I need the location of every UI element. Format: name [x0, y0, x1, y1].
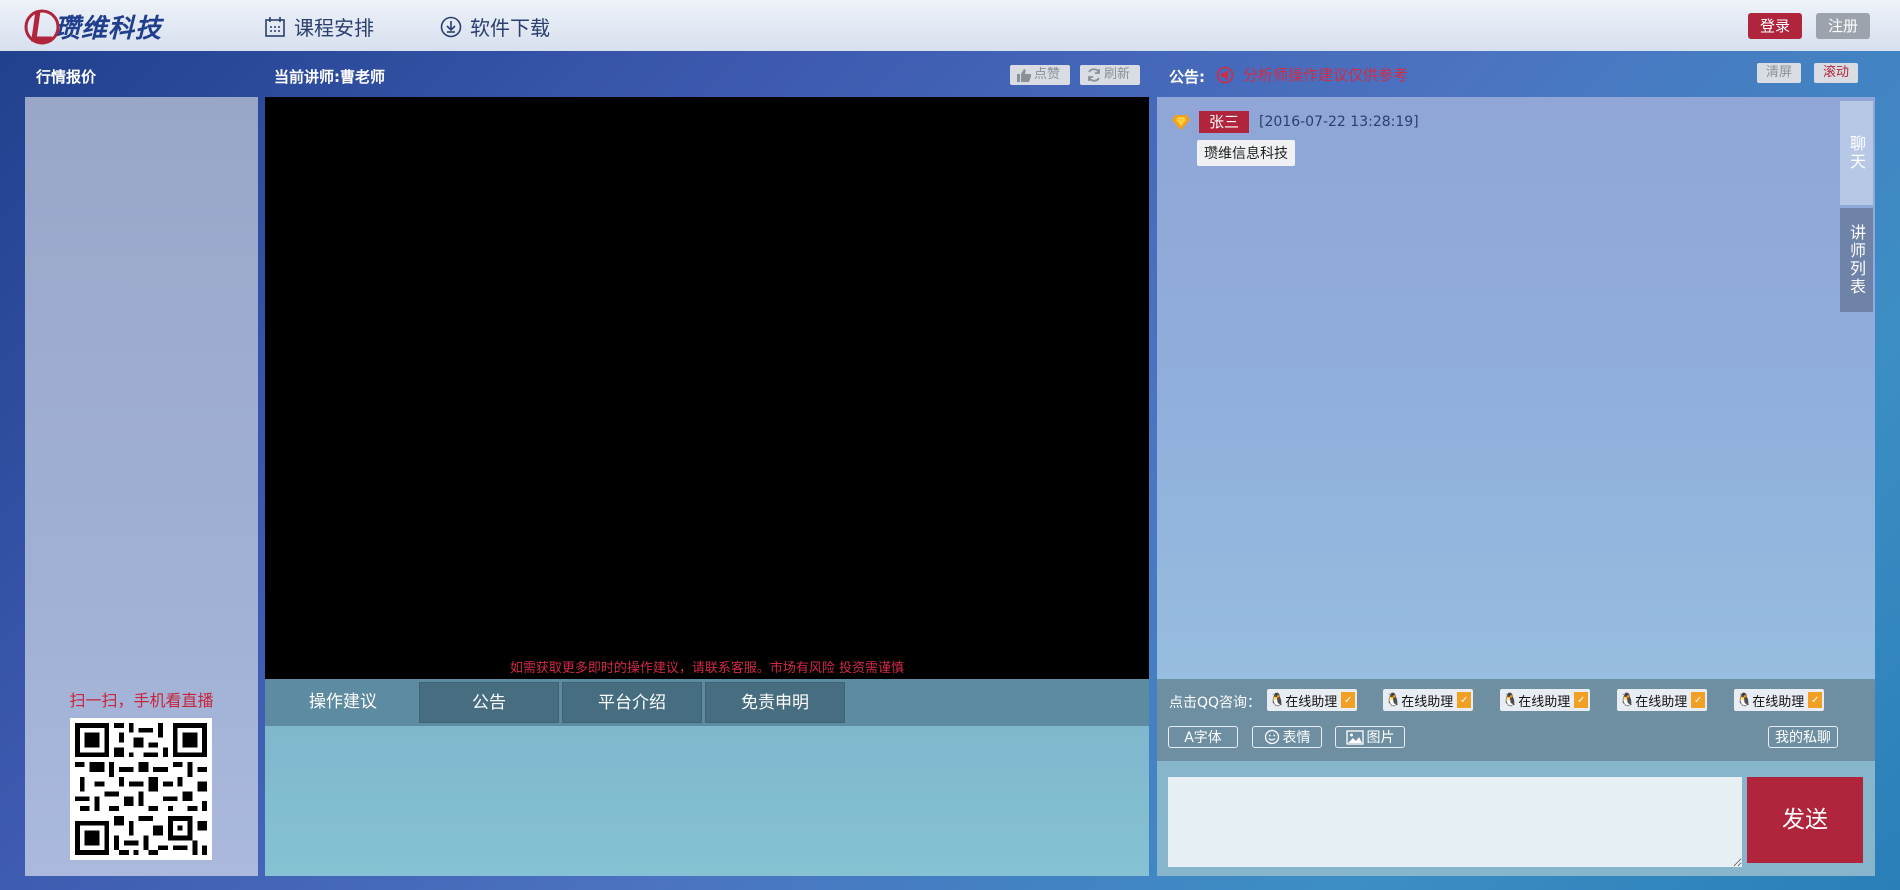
font-button[interactable]: A字体 [1168, 726, 1238, 748]
chat-username[interactable]: 张三 [1199, 111, 1250, 133]
emoji-label: 表情 [1282, 730, 1311, 746]
chat-message-header: 张三 [2016-07-22 13:28:19] [1171, 111, 1419, 133]
qr-code [70, 718, 212, 860]
side-tab-teacher-list[interactable]: 讲师列表 [1840, 208, 1873, 312]
nav-software-download-label: 软件下载 [470, 16, 550, 40]
qq-assistant-2[interactable]: 🐧 在线助理 ✓ [1383, 689, 1474, 711]
qq-penguin-icon: 🐧 [1385, 692, 1402, 708]
thumbs-up-icon [1017, 69, 1032, 82]
notice-marquee: 分析师操作建议仅供参考 [1215, 64, 1408, 85]
logo-text: 瓒维科技 [54, 13, 163, 44]
current-teacher-label: 当前讲师:曹老师 [274, 68, 385, 86]
tab-content-area [265, 726, 1149, 876]
verified-shield-icon: ✓ [1341, 692, 1356, 708]
megaphone-icon [1216, 66, 1234, 83]
qq-consult-label: 点击QQ咨询： [1169, 695, 1262, 711]
side-tab-chat-label: 聊天 [1847, 135, 1866, 171]
chat-input-area: 发送 [1157, 761, 1875, 876]
verified-shield-icon: ✓ [1574, 692, 1589, 708]
logo[interactable]: 瓒维科技 [24, 6, 162, 46]
notice-text: 分析师操作建议仅供参考 [1243, 66, 1409, 84]
image-button[interactable]: 图片 [1335, 726, 1405, 748]
qr-caption: 扫一扫，手机看直播 [69, 691, 214, 710]
nav-course-schedule-label: 课程安排 [294, 16, 374, 40]
qq-assistant-3[interactable]: 🐧 在线助理 ✓ [1500, 689, 1591, 711]
video-risk-note: 如需获取更多即时的操作建议，请联系客服。市场有风险 投资需谨慎 [509, 661, 905, 676]
center-tabs: 操作建议 公告 平台介绍 免责申明 [265, 679, 1149, 726]
qq-assistant-label: 在线助理 [1401, 694, 1454, 710]
side-tab-chat[interactable]: 聊天 [1840, 101, 1873, 205]
top-bar: 瓒维科技 课程安排 软件下载 登录 注册 [0, 0, 1900, 51]
emoji-button[interactable]: 表情 [1252, 726, 1322, 748]
tab-disclaimer[interactable]: 免责申明 [705, 682, 845, 723]
calendar-icon [265, 16, 285, 37]
qq-assistant-label: 在线助理 [1635, 694, 1688, 710]
smiley-icon [1264, 729, 1279, 745]
chat-message-input[interactable] [1168, 777, 1742, 867]
download-icon [440, 16, 462, 37]
qq-assistant-label: 在线助理 [1518, 694, 1571, 710]
qq-assistant-5[interactable]: 🐧 在线助理 ✓ [1734, 689, 1825, 711]
register-button[interactable]: 注册 [1816, 13, 1871, 39]
verified-shield-icon: ✓ [1691, 692, 1706, 708]
verified-shield-icon: ✓ [1457, 692, 1472, 708]
chat-toolbar: 点击QQ咨询： 🐧 在线助理 ✓ 🐧 在线助理 ✓ 🐧 在线助理 ✓ 🐧 在线助… [1157, 679, 1875, 761]
tab-platform-intro[interactable]: 平台介绍 [562, 682, 702, 723]
market-quotes-title: 行情报价 [36, 68, 97, 86]
qq-penguin-icon: 🐧 [1619, 692, 1636, 708]
verified-shield-icon: ✓ [1808, 692, 1823, 708]
qq-assistant-4[interactable]: 🐧 在线助理 ✓ [1617, 689, 1708, 711]
chat-message-body: 瓒维信息科技 [1197, 140, 1295, 166]
qq-assistant-label: 在线助理 [1752, 694, 1805, 710]
chat-panel: 张三 [2016-07-22 13:28:19] 瓒维信息科技 聊天 讲师列表 [1157, 97, 1875, 679]
send-button[interactable]: 发送 [1747, 777, 1863, 863]
qq-penguin-icon: 🐧 [1502, 692, 1519, 708]
private-chat-button[interactable]: 我的私聊 [1768, 726, 1838, 748]
logo-icon [24, 9, 60, 45]
refresh-icon [1088, 68, 1100, 82]
qq-penguin-icon: 🐧 [1736, 692, 1753, 708]
tab-notice[interactable]: 公告 [419, 682, 559, 723]
like-label: 点赞 [1034, 67, 1061, 82]
refresh-button[interactable]: 刷新 [1080, 65, 1140, 85]
clear-screen-button[interactable]: 清屏 [1757, 63, 1801, 83]
refresh-label: 刷新 [1104, 67, 1131, 82]
video-player[interactable]: 如需获取更多即时的操作建议，请联系客服。市场有风险 投资需谨慎 [265, 97, 1149, 679]
tab-operation-advice[interactable]: 操作建议 [265, 682, 421, 723]
scroll-toggle-button[interactable]: 滚动 [1814, 63, 1858, 83]
qq-penguin-icon: 🐧 [1269, 692, 1286, 708]
nav-course-schedule[interactable]: 课程安排 [264, 12, 374, 41]
qq-assistant-1[interactable]: 🐧 在线助理 ✓ [1267, 689, 1358, 711]
side-tab-teacher-list-label: 讲师列表 [1847, 224, 1866, 296]
nav-software-download[interactable]: 软件下载 [440, 12, 550, 41]
image-icon [1345, 729, 1364, 745]
market-quotes-panel: 扫一扫，手机看直播 [25, 97, 258, 876]
notice-label: 公告: [1169, 68, 1205, 86]
image-label: 图片 [1366, 730, 1395, 746]
qq-assistant-label: 在线助理 [1285, 694, 1338, 710]
like-button[interactable]: 点赞 [1010, 65, 1070, 85]
chat-timestamp: [2016-07-22 13:28:19] [1259, 114, 1419, 130]
login-button[interactable]: 登录 [1748, 13, 1803, 39]
diamond-rank-icon [1172, 115, 1190, 130]
